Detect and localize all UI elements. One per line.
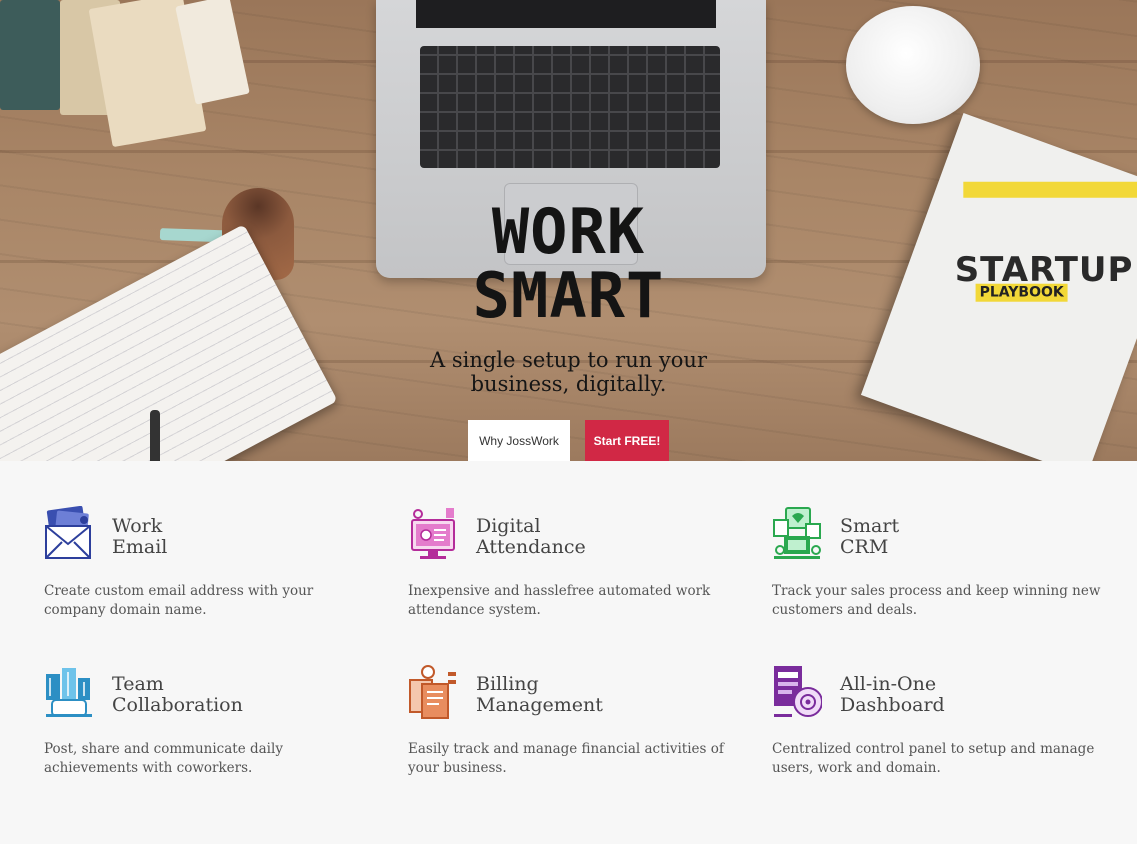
feature-description: Easily track and manage financial activi…: [408, 741, 724, 776]
hero-title-line1: WORK: [491, 195, 646, 268]
feature-title: Digital Attendance: [476, 515, 586, 558]
feature-title: Team Collaboration: [112, 673, 243, 716]
billing-icon: [408, 664, 458, 720]
feature-description: Inexpensive and hasslefree automated wor…: [408, 583, 711, 618]
email-icon: [44, 505, 94, 562]
books-image: [0, 0, 60, 110]
feature-title: Smart CRM: [840, 515, 900, 558]
collaboration-icon: [44, 664, 94, 720]
feature-description: Post, share and communicate daily achiev…: [44, 741, 283, 776]
hero-title-line2: SMART: [472, 259, 665, 332]
feature-title: Billing Management: [476, 673, 603, 716]
hero-subtitle: A single setup to run your business, dig…: [0, 348, 1137, 396]
hero-subtitle-line1: A single setup to run your: [430, 348, 707, 372]
hero-title: WORK SMART: [0, 200, 1137, 328]
crm-icon: [772, 506, 822, 562]
dashboard-icon: [772, 664, 823, 720]
feature-title: Work Email: [112, 515, 168, 558]
pen-image: [150, 410, 160, 461]
saucer-image: [846, 6, 980, 124]
feature-description: Track your sales process and keep winnin…: [772, 583, 1101, 618]
hero-banner: STARTUP PLAYBOOK WORK SMART A single set…: [0, 0, 1137, 461]
start-free-button[interactable]: Start FREE!: [585, 420, 669, 461]
feature-title: All-in-One Dashboard: [840, 673, 945, 716]
hero-subtitle-line2: business, digitally.: [470, 372, 667, 396]
feature-description: Centralized control panel to setup and m…: [772, 741, 1095, 776]
attendance-icon: [408, 506, 458, 562]
hero-text: WORK SMART A single setup to run your bu…: [0, 200, 1137, 397]
feature-description: Create custom email address with your co…: [44, 583, 314, 618]
why-josswork-button[interactable]: Why JossWork: [468, 420, 570, 461]
